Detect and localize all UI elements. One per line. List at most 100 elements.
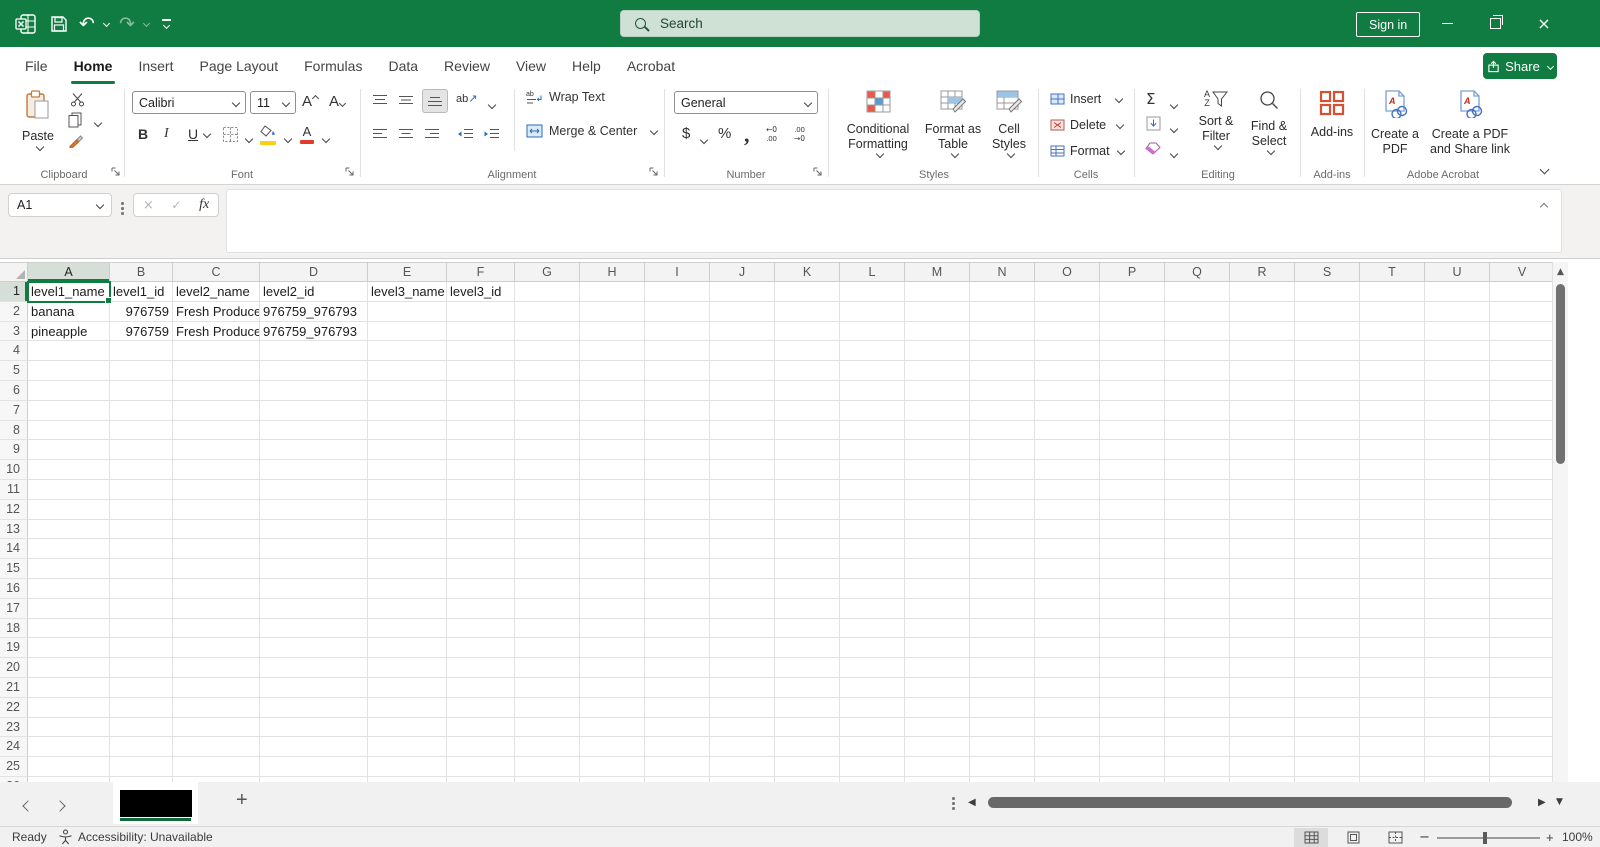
cell-J18[interactable] — [710, 618, 775, 639]
cell-O8[interactable] — [1035, 420, 1100, 441]
cell-A7[interactable] — [28, 400, 110, 421]
cell-U6[interactable] — [1425, 380, 1490, 401]
cell-A25[interactable] — [28, 757, 110, 777]
row-header-7[interactable]: 7 — [0, 400, 28, 421]
close-button[interactable]: × — [1520, 0, 1568, 47]
cell-I10[interactable] — [645, 460, 710, 480]
cell-H10[interactable] — [580, 460, 645, 480]
cell-M3[interactable] — [905, 321, 970, 342]
cell-S14[interactable] — [1295, 539, 1360, 560]
cell-E17[interactable] — [368, 598, 447, 619]
cell-S23[interactable] — [1295, 717, 1360, 738]
increase-font-button[interactable]: A — [302, 93, 320, 110]
cell-S22[interactable] — [1295, 697, 1360, 718]
cell-J15[interactable] — [710, 559, 775, 579]
cell-S16[interactable] — [1295, 578, 1360, 599]
cell-B6[interactable] — [110, 380, 173, 401]
cell-M7[interactable] — [905, 400, 970, 421]
cell-J21[interactable] — [710, 677, 775, 698]
cell-T6[interactable] — [1360, 380, 1425, 401]
cell-S2[interactable] — [1295, 301, 1360, 322]
cell-F1[interactable]: level3_id — [447, 282, 515, 302]
cell-M21[interactable] — [905, 677, 970, 698]
font-name-select[interactable]: Calibri — [132, 91, 246, 114]
cell-O17[interactable] — [1035, 598, 1100, 619]
cell-J16[interactable] — [710, 578, 775, 599]
cell-T24[interactable] — [1360, 737, 1425, 758]
cell-M8[interactable] — [905, 420, 970, 441]
cell-V3[interactable] — [1490, 322, 1552, 342]
excel-logo-icon[interactable] — [8, 0, 44, 47]
cell-D5[interactable] — [260, 361, 368, 381]
cell-F5[interactable] — [447, 361, 515, 381]
cell-E1[interactable]: level3_name — [368, 282, 447, 302]
cell-S18[interactable] — [1295, 618, 1360, 639]
find-select-button[interactable]: Find & Select — [1244, 90, 1294, 156]
cell-I20[interactable] — [645, 658, 710, 678]
cell-S3[interactable] — [1295, 321, 1360, 342]
next-sheet-button[interactable] — [51, 797, 69, 815]
cell-U18[interactable] — [1425, 618, 1490, 639]
view-normal-button[interactable] — [1294, 828, 1328, 847]
horizontal-scrollbar[interactable] — [984, 796, 1530, 810]
cell-B25[interactable] — [110, 757, 173, 777]
cell-N15[interactable] — [970, 559, 1035, 579]
cell-C24[interactable] — [173, 737, 260, 758]
cell-P11[interactable] — [1100, 479, 1165, 500]
cell-F11[interactable] — [447, 479, 515, 500]
column-header-A[interactable]: A — [28, 263, 110, 282]
align-bottom-button[interactable] — [422, 89, 448, 113]
cell-O2[interactable] — [1035, 301, 1100, 322]
cell-C18[interactable] — [173, 618, 260, 639]
cell-F16[interactable] — [447, 578, 515, 599]
insert-function-button[interactable]: fx — [199, 197, 209, 213]
add-sheet-button[interactable]: + — [236, 789, 248, 812]
cell-H2[interactable] — [580, 301, 645, 322]
cell-C5[interactable] — [173, 361, 260, 381]
cell-Q9[interactable] — [1165, 440, 1230, 461]
share-button[interactable]: Share — [1483, 53, 1557, 79]
cell-V6[interactable] — [1490, 381, 1552, 401]
cell-I11[interactable] — [645, 479, 710, 500]
cell-E2[interactable] — [368, 301, 447, 322]
cell-V9[interactable] — [1490, 440, 1552, 461]
cell-M11[interactable] — [905, 479, 970, 500]
merge-center-button[interactable]: Merge & Center — [526, 124, 659, 138]
cell-B8[interactable] — [110, 420, 173, 441]
column-header-F[interactable]: F — [447, 263, 515, 282]
row-header-3[interactable]: 3 — [0, 321, 28, 342]
cell-V24[interactable] — [1490, 737, 1552, 758]
number-dialog-launcher[interactable] — [813, 165, 822, 179]
cell-R11[interactable] — [1230, 479, 1295, 500]
row-header-17[interactable]: 17 — [0, 598, 28, 619]
cell-F25[interactable] — [447, 757, 515, 777]
row-header-11[interactable]: 11 — [0, 479, 28, 500]
cell-B14[interactable] — [110, 539, 173, 560]
cell-F3[interactable] — [447, 321, 515, 342]
cell-T14[interactable] — [1360, 539, 1425, 560]
cell-K24[interactable] — [775, 737, 840, 758]
cell-H3[interactable] — [580, 321, 645, 342]
cell-G5[interactable] — [515, 361, 580, 381]
cell-C25[interactable] — [173, 757, 260, 777]
cell-Q14[interactable] — [1165, 539, 1230, 560]
cell-Q7[interactable] — [1165, 400, 1230, 421]
cell-A17[interactable] — [28, 598, 110, 619]
cell-K5[interactable] — [775, 361, 840, 381]
menu-tab-insert[interactable]: Insert — [125, 47, 186, 84]
cell-I2[interactable] — [645, 301, 710, 322]
cell-G4[interactable] — [515, 341, 580, 362]
underline-button[interactable]: U — [188, 126, 212, 142]
create-pdf-share-button[interactable]: A Create a PDF and Share link — [1424, 90, 1516, 156]
cell-E20[interactable] — [368, 658, 447, 678]
cell-Q18[interactable] — [1165, 618, 1230, 639]
zoom-slider-thumb[interactable] — [1483, 832, 1487, 844]
cell-T7[interactable] — [1360, 400, 1425, 421]
cell-N16[interactable] — [970, 578, 1035, 599]
clipboard-dialog-launcher[interactable] — [111, 165, 120, 179]
cell-M24[interactable] — [905, 737, 970, 758]
cell-Q23[interactable] — [1165, 717, 1230, 738]
cell-J13[interactable] — [710, 519, 775, 540]
cell-F24[interactable] — [447, 737, 515, 758]
cell-C2[interactable]: Fresh Produce — [173, 301, 260, 322]
